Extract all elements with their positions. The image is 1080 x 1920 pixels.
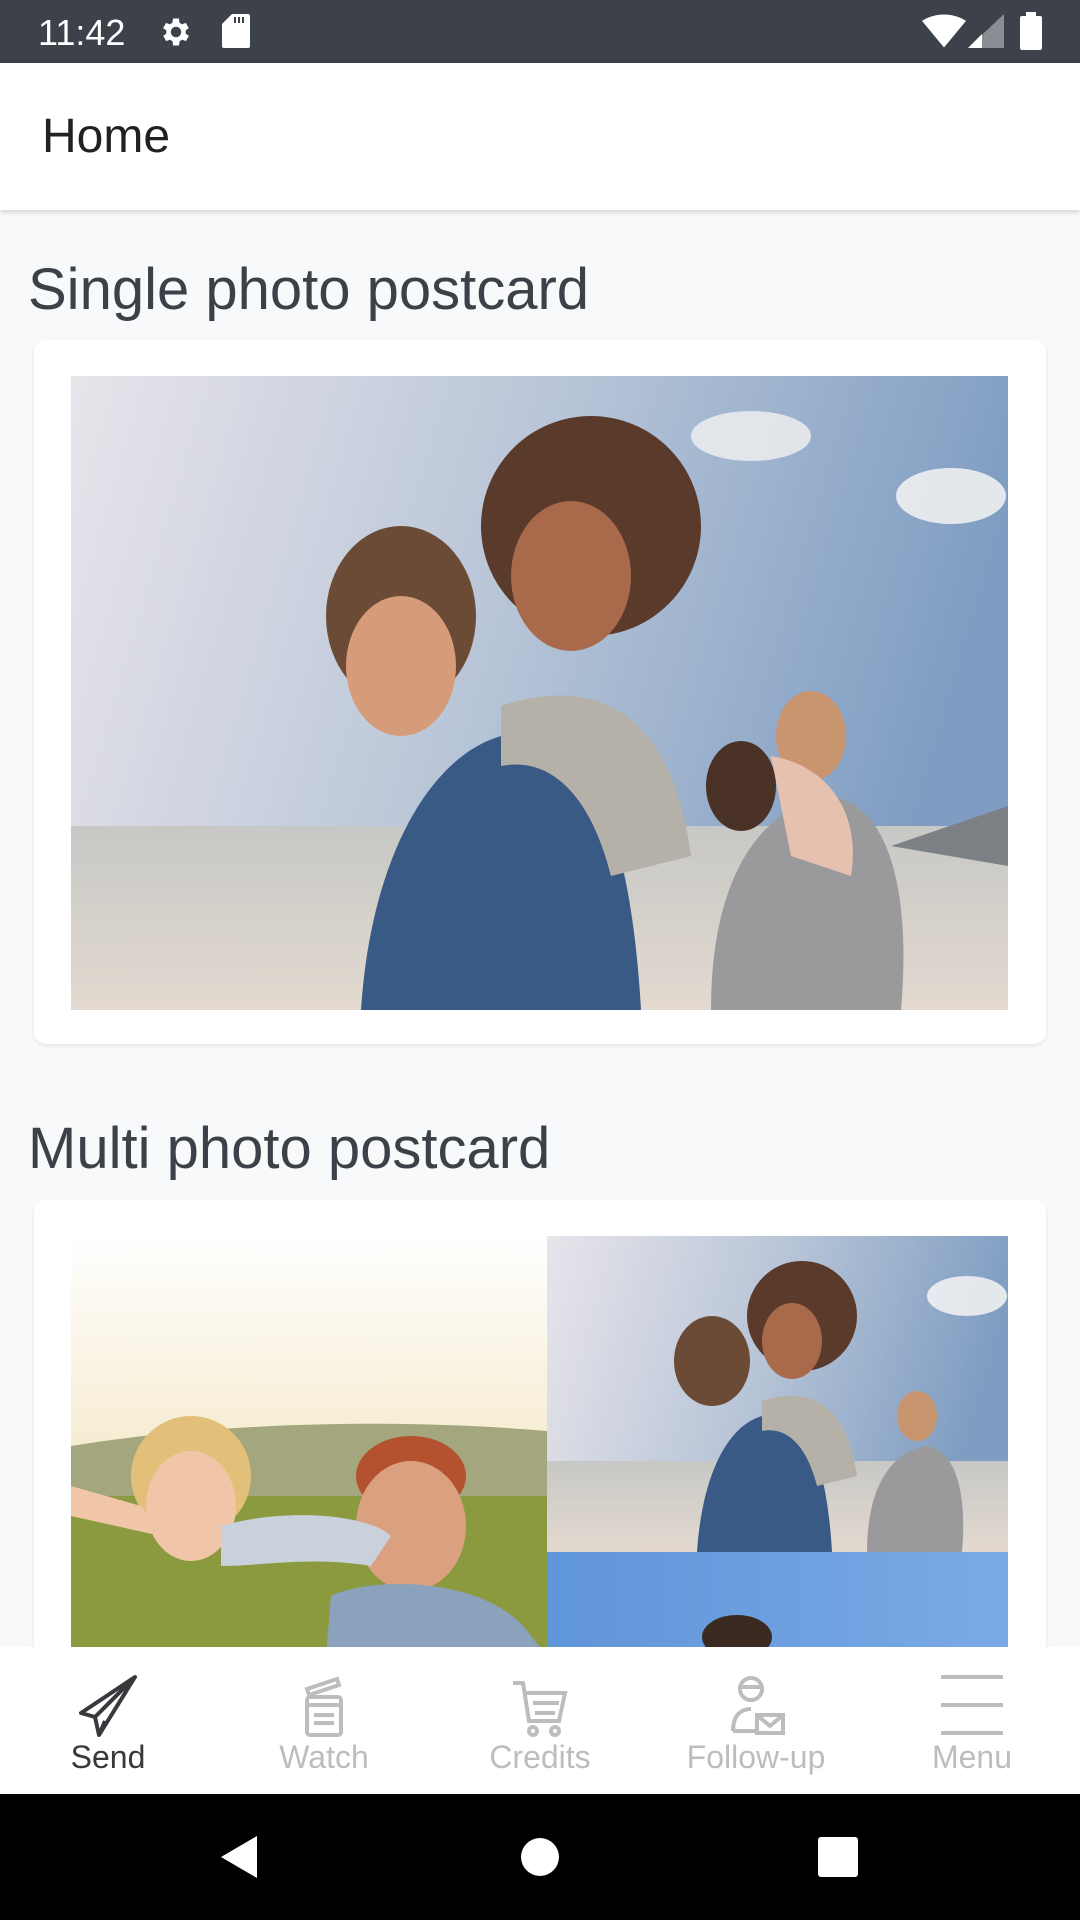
wifi-icon xyxy=(922,14,966,48)
nav-item-credits[interactable]: Credits xyxy=(432,1647,648,1794)
nav-label-watch: Watch xyxy=(279,1739,369,1775)
nav-label-send: Send xyxy=(70,1739,146,1775)
hamburger-menu-icon xyxy=(941,1675,1003,1735)
section-title-multi: Multi photo postcard xyxy=(28,1116,551,1181)
shopping-cart-icon xyxy=(513,1681,568,1737)
postcard-photo-beach-couples-small xyxy=(547,1236,1008,1552)
nav-label-menu: Menu xyxy=(931,1739,1013,1775)
system-navigation-bar xyxy=(0,1794,1080,1920)
page-title: Home xyxy=(42,110,171,163)
single-photo-postcard-card[interactable] xyxy=(34,340,1046,1044)
content-scroll[interactable]: Single photo postcard Multi photo postca… xyxy=(0,210,1080,1647)
recents-icon[interactable] xyxy=(805,1824,871,1890)
nav-label-follow-up: Follow-up xyxy=(686,1739,826,1775)
nav-item-menu[interactable]: Menu xyxy=(864,1647,1080,1794)
status-time: 11:42 xyxy=(38,12,126,53)
multi-photo-postcard-card[interactable] xyxy=(34,1200,1046,1647)
paper-plane-icon xyxy=(79,1675,137,1737)
battery-icon xyxy=(1020,12,1042,50)
nav-label-credits: Credits xyxy=(489,1739,591,1775)
nav-item-send[interactable]: Send xyxy=(0,1647,216,1794)
postcard-photo-blue-sky xyxy=(547,1552,1008,1647)
section-title-single: Single photo postcard xyxy=(28,257,590,322)
nav-item-watch[interactable]: Watch xyxy=(216,1647,432,1794)
status-bar: 11:42 xyxy=(0,0,1080,63)
back-icon[interactable] xyxy=(207,1824,273,1890)
cell-signal-icon xyxy=(968,14,1004,48)
sd-card-icon xyxy=(222,14,250,48)
nav-item-follow-up[interactable]: Follow-up xyxy=(648,1647,864,1794)
gear-icon xyxy=(163,18,189,46)
bottom-navigation: Send Watch Credits Follow-up Menu xyxy=(0,1647,1080,1794)
postcard-photo-beach-couples xyxy=(71,376,1008,1010)
postcard-photo-father-daughter xyxy=(71,1236,547,1647)
home-icon[interactable] xyxy=(507,1824,573,1890)
person-mail-icon xyxy=(731,1676,785,1735)
clapperboard-icon xyxy=(304,1676,343,1737)
app-bar: Home xyxy=(0,63,1080,210)
